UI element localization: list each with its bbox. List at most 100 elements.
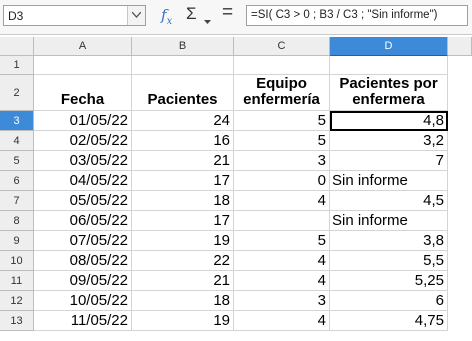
row-header-11[interactable]: 11: [0, 271, 34, 291]
cell-c8[interactable]: [234, 211, 330, 231]
chevron-down-icon: [204, 20, 211, 24]
cell-d12[interactable]: 6: [330, 291, 448, 311]
cell-b10[interactable]: 22: [132, 251, 234, 271]
formula-input[interactable]: =SI( C3 > 0 ; B3 / C3 ; "Sin informe"): [246, 5, 468, 26]
cell-c1[interactable]: [234, 56, 330, 75]
cell-a12-text: 10/05/22: [69, 292, 128, 309]
row-header-4[interactable]: 4: [0, 131, 34, 151]
select-all-corner[interactable]: [0, 37, 34, 56]
row-header-7[interactable]: 7: [0, 191, 34, 211]
cell-b3[interactable]: 24: [132, 111, 234, 131]
cell-a5-text: 03/05/22: [69, 152, 128, 169]
cell-b5[interactable]: 21: [132, 151, 234, 171]
name-box[interactable]: D3: [3, 5, 146, 26]
cell-a5[interactable]: 03/05/22: [34, 151, 132, 171]
cell-b8-text: 17: [213, 212, 230, 229]
cell-d7[interactable]: 4,5: [330, 191, 448, 211]
row-header-12[interactable]: 12: [0, 291, 34, 311]
cell-d4[interactable]: 3,2: [330, 131, 448, 151]
cell-a13[interactable]: 11/05/22: [34, 311, 132, 331]
cell-c9[interactable]: 5: [234, 231, 330, 251]
cell-a10-text: 08/05/22: [69, 252, 128, 269]
cell-c3[interactable]: 5: [234, 111, 330, 131]
row-header-8[interactable]: 8: [0, 211, 34, 231]
name-box-value[interactable]: D3: [8, 9, 23, 23]
cell-a10[interactable]: 08/05/22: [34, 251, 132, 271]
cell-c12-text: 3: [317, 292, 326, 309]
cell-d5[interactable]: 7: [330, 151, 448, 171]
cell-c12[interactable]: 3: [234, 291, 330, 311]
cell-a1[interactable]: [34, 56, 132, 75]
cell-c11-text: 4: [317, 272, 326, 289]
cell-b4[interactable]: 16: [132, 131, 234, 151]
row-header-6[interactable]: 6: [0, 171, 34, 191]
cell-c11[interactable]: 4: [234, 271, 330, 291]
equals-icon[interactable]: =: [222, 2, 233, 24]
cell-c4[interactable]: 5: [234, 131, 330, 151]
column-header-filler: [448, 37, 472, 56]
cell-b6[interactable]: 17: [132, 171, 234, 191]
cell-d8[interactable]: Sin informe: [330, 211, 448, 231]
cell-b11[interactable]: 21: [132, 271, 234, 291]
header-fecha[interactable]: Fecha: [34, 75, 132, 111]
cell-d1[interactable]: [330, 56, 448, 75]
row-header-10[interactable]: 10: [0, 251, 34, 271]
cell-d9-text: 3,8: [423, 232, 444, 249]
header-pacientes-text: Pacientes: [147, 91, 218, 108]
cell-a7[interactable]: 05/05/22: [34, 191, 132, 211]
cell-a4[interactable]: 02/05/22: [34, 131, 132, 151]
cell-b13-text: 19: [213, 312, 230, 329]
cell-d6[interactable]: Sin informe: [330, 171, 448, 191]
row-header-9[interactable]: 9: [0, 231, 34, 251]
cell-d4-text: 3,2: [423, 132, 444, 149]
row-header-3[interactable]: 3: [0, 111, 34, 131]
cell-b12-text: 18: [213, 292, 230, 309]
cell-b1[interactable]: [132, 56, 234, 75]
cell-a8[interactable]: 06/05/22: [34, 211, 132, 231]
cell-a6[interactable]: 04/05/22: [34, 171, 132, 191]
cell-d8-text: Sin informe: [332, 212, 408, 229]
cell-d6-text: Sin informe: [332, 172, 408, 189]
sum-dropdown[interactable]: [204, 12, 211, 30]
cell-a12[interactable]: 10/05/22: [34, 291, 132, 311]
row-header-5[interactable]: 5: [0, 151, 34, 171]
cell-b8[interactable]: 17: [132, 211, 234, 231]
cell-c6[interactable]: 0: [234, 171, 330, 191]
cell-d11[interactable]: 5,25: [330, 271, 448, 291]
sum-icon[interactable]: Σ: [186, 4, 197, 24]
cell-c13[interactable]: 4: [234, 311, 330, 331]
cell-c10[interactable]: 4: [234, 251, 330, 271]
header-ratio[interactable]: Pacientes por enfermera: [330, 75, 448, 111]
cell-b11-text: 21: [213, 272, 230, 289]
formula-text[interactable]: =SI( C3 > 0 ; B3 / C3 ; "Sin informe"): [251, 9, 438, 21]
cell-d10[interactable]: 5,5: [330, 251, 448, 271]
row-header-13[interactable]: 13: [0, 311, 34, 331]
cell-c7[interactable]: 4: [234, 191, 330, 211]
cell-c5-text: 3: [317, 152, 326, 169]
column-header-a[interactable]: A: [34, 37, 132, 56]
cell-d13[interactable]: 4,75: [330, 311, 448, 331]
cell-d9[interactable]: 3,8: [330, 231, 448, 251]
name-box-dropdown[interactable]: [127, 6, 145, 25]
cell-a11[interactable]: 09/05/22: [34, 271, 132, 291]
row-header-2[interactable]: 2: [0, 75, 34, 111]
cell-b13[interactable]: 19: [132, 311, 234, 331]
cell-b9[interactable]: 19: [132, 231, 234, 251]
header-equipo[interactable]: Equipo enfermería: [234, 75, 330, 111]
fx-sub-label: x: [166, 16, 173, 27]
cell-b7[interactable]: 18: [132, 191, 234, 211]
column-header-b[interactable]: B: [132, 37, 234, 56]
cell-c6-text: 0: [317, 172, 326, 189]
column-header-d[interactable]: D: [330, 37, 448, 56]
column-header-c[interactable]: C: [234, 37, 330, 56]
header-ratio-text: Pacientes por enfermera: [339, 75, 438, 108]
cell-c5[interactable]: 3: [234, 151, 330, 171]
cell-a9[interactable]: 07/05/22: [34, 231, 132, 251]
row-header-1[interactable]: 1: [0, 56, 34, 75]
cell-a3[interactable]: 01/05/22: [34, 111, 132, 131]
cell-b12[interactable]: 18: [132, 291, 234, 311]
function-wizard-icon[interactable]: fx: [161, 6, 172, 27]
cell-d3[interactable]: 4,8: [330, 111, 448, 131]
header-pacientes[interactable]: Pacientes: [132, 75, 234, 111]
cell-d12-text: 6: [435, 292, 444, 309]
